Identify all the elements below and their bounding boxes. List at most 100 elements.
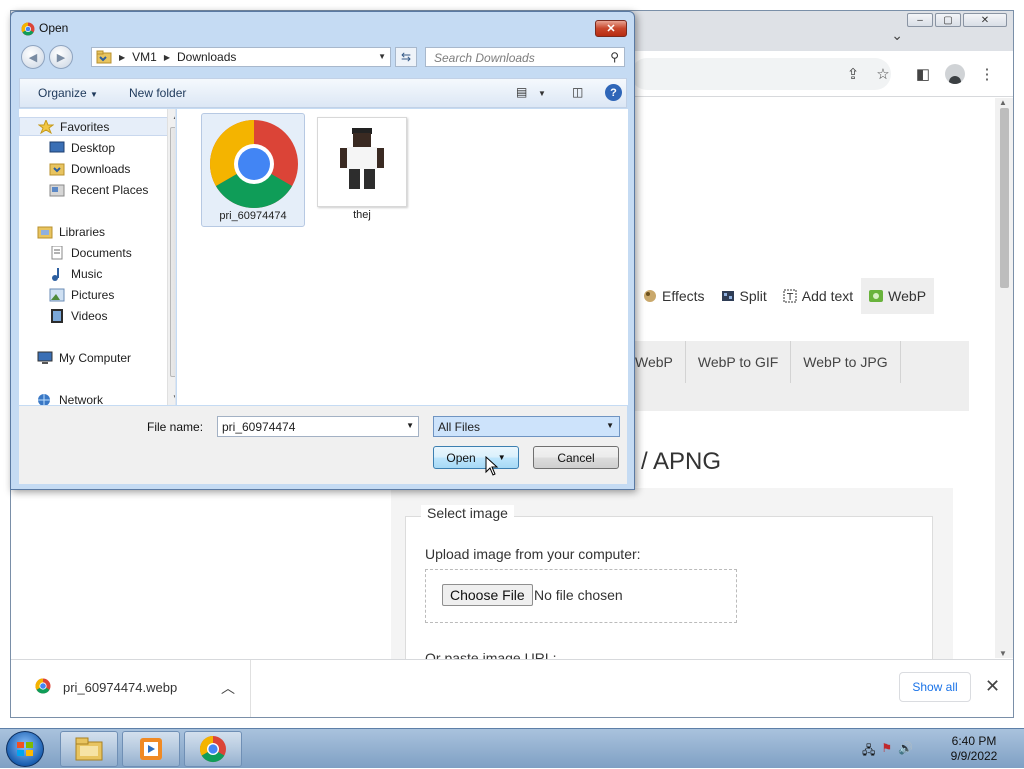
forward-arrow-icon: ▶: [56, 51, 66, 64]
subnav-webp-to-gif[interactable]: WebP to GIF: [686, 341, 792, 383]
cancel-button[interactable]: Cancel: [533, 446, 619, 469]
dialog-close-button[interactable]: ✕: [595, 20, 627, 37]
preview-pane-icon[interactable]: ◫: [572, 85, 583, 99]
file-item-pri_60974474[interactable]: pri_60974474: [201, 113, 305, 227]
taskbar: 🖧 ⚑ 🔊 6:40 PM 9/9/2022: [0, 728, 1024, 768]
share-icon[interactable]: ⇪: [843, 64, 863, 84]
file-name-label: pri_60974474: [219, 210, 287, 222]
scroll-up-arrow-icon[interactable]: ▲: [999, 98, 1007, 107]
help-icon[interactable]: ?: [605, 84, 622, 101]
file-type-dropdown-icon[interactable]: ▼: [606, 421, 614, 430]
file-type-select[interactable]: All Files ▼: [433, 416, 620, 437]
scroll-down-arrow-icon[interactable]: ▼: [172, 393, 175, 402]
taskbar-media-player[interactable]: [122, 731, 180, 767]
nav-effects-label: Effects: [662, 288, 705, 304]
music-icon: [49, 267, 65, 281]
maximize-button[interactable]: ▢: [935, 13, 961, 27]
search-downloads-input[interactable]: Search Downloads ⚲: [425, 47, 625, 67]
organize-menu[interactable]: Organize ▼: [38, 86, 98, 100]
download-item[interactable]: pri_60974474.webp ︿: [11, 660, 251, 717]
address-dropdown-icon[interactable]: ▼: [378, 52, 386, 61]
tree-scrollbar[interactable]: ▲ ▼: [167, 109, 175, 405]
minimize-button[interactable]: –: [907, 13, 933, 27]
tree-documents[interactable]: Documents: [19, 243, 169, 262]
clock-date: 9/9/2022: [950, 749, 998, 763]
chrome-icon: [21, 22, 35, 36]
character-thumbnail-icon: [340, 128, 384, 189]
bookmark-star-icon[interactable]: ☆: [873, 64, 893, 84]
page-heading: / APNG: [641, 448, 722, 475]
search-icon[interactable]: ⚲: [610, 50, 619, 64]
tree-pictures[interactable]: Pictures: [19, 285, 169, 304]
taskbar-chrome[interactable]: [184, 731, 242, 767]
tree-downloads[interactable]: Downloads: [19, 159, 169, 178]
tree-network[interactable]: Network: [19, 390, 169, 405]
network-status-icon[interactable]: 🖧: [862, 741, 875, 762]
file-name-input[interactable]: pri_60974474 ▼: [217, 416, 419, 437]
download-bar-close-icon[interactable]: ✕: [985, 676, 1000, 697]
show-all-button[interactable]: Show all: [899, 672, 971, 702]
back-button[interactable]: ◀: [21, 45, 45, 69]
tree-recent-places[interactable]: Recent Places: [19, 180, 169, 199]
tree-desktop[interactable]: Desktop: [19, 138, 169, 157]
upload-dropzone[interactable]: Choose File No file chosen: [425, 569, 737, 623]
tree-favorites[interactable]: Favorites: [19, 117, 169, 136]
scroll-up-arrow-icon[interactable]: ▲: [172, 112, 175, 121]
new-folder-button[interactable]: New folder: [129, 86, 186, 100]
scroll-down-arrow-icon[interactable]: ▼: [999, 649, 1007, 658]
nav-webp[interactable]: WebP: [861, 278, 935, 314]
tree-my-computer[interactable]: My Computer: [19, 348, 169, 367]
page-scrollbar-thumb[interactable]: [1000, 108, 1009, 288]
file-name-label: thej: [353, 209, 371, 221]
no-file-text: No file chosen: [534, 587, 623, 603]
clock[interactable]: 6:40 PM 9/9/2022: [946, 734, 1002, 764]
taskbar-explorer[interactable]: [60, 731, 118, 767]
side-panel-icon[interactable]: ◧: [913, 64, 933, 84]
file-name-dropdown-icon[interactable]: ▼: [406, 421, 414, 430]
subnav-webp-to-jpg[interactable]: WebP to JPG: [791, 341, 901, 383]
clock-time: 6:40 PM: [951, 734, 997, 748]
open-button[interactable]: Open ▼: [433, 446, 519, 469]
address-breadcrumb[interactable]: ▶ VM1 ▶ Downloads ▼: [91, 47, 391, 67]
dialog-title: Open: [39, 21, 69, 35]
split-icon: [721, 289, 735, 303]
nav-split[interactable]: Split: [713, 278, 775, 314]
tree-videos[interactable]: Videos: [19, 306, 169, 325]
recent-places-icon: [49, 183, 65, 197]
downloads-folder-icon: [49, 162, 65, 176]
close-window-button[interactable]: ✕: [963, 13, 1007, 27]
tree-libraries[interactable]: Libraries: [19, 222, 169, 241]
start-button[interactable]: [6, 731, 44, 767]
file-list: pri_60974474 thej: [177, 109, 628, 405]
tab-search-chevron-icon[interactable]: ⌄: [891, 27, 903, 44]
breadcrumb-vm1[interactable]: VM1: [132, 50, 157, 64]
forward-button[interactable]: ▶: [49, 45, 73, 69]
file-item-thej[interactable]: thej: [303, 113, 407, 227]
subnav-bar: WebP WebP to GIF WebP to JPG: [611, 341, 969, 411]
volume-icon[interactable]: 🔊: [898, 741, 913, 762]
webp-icon: [869, 289, 884, 303]
tool-nav: Effects Split T Add text WebP: [635, 278, 935, 314]
browser-window-controls: – ▢ ✕: [907, 13, 1007, 27]
refresh-icon: ⇆: [400, 50, 412, 64]
page-scrollbar[interactable]: ▲ ▼: [995, 98, 1013, 658]
nav-effects[interactable]: Effects: [635, 278, 713, 314]
change-view-icon[interactable]: ▤: [516, 85, 527, 99]
action-center-flag-icon[interactable]: ⚑: [881, 741, 892, 762]
refresh-button[interactable]: ⇆: [395, 47, 417, 67]
nav-add-text[interactable]: T Add text: [775, 278, 861, 314]
breadcrumb-separator-icon[interactable]: ▶: [164, 53, 170, 62]
search-placeholder: Search Downloads: [434, 51, 535, 65]
menu-kebab-icon[interactable]: ⋮: [977, 64, 997, 84]
tree-scrollbar-thumb[interactable]: [170, 127, 175, 377]
choose-file-button[interactable]: Choose File: [442, 584, 533, 606]
dialog-footer: File name: pri_60974474 ▼ All Files ▼ Op…: [19, 406, 627, 484]
view-dropdown-icon[interactable]: ▼: [538, 89, 546, 98]
download-bar: pri_60974474.webp ︿ Show all ✕: [11, 659, 1013, 717]
breadcrumb-separator-icon[interactable]: ▶: [119, 53, 125, 62]
tree-music[interactable]: Music: [19, 264, 169, 283]
download-chevron-up-icon[interactable]: ︿: [221, 678, 235, 698]
profile-avatar-icon[interactable]: [945, 64, 965, 84]
breadcrumb-downloads[interactable]: Downloads: [177, 50, 236, 64]
file-explorer-icon: [75, 737, 103, 761]
